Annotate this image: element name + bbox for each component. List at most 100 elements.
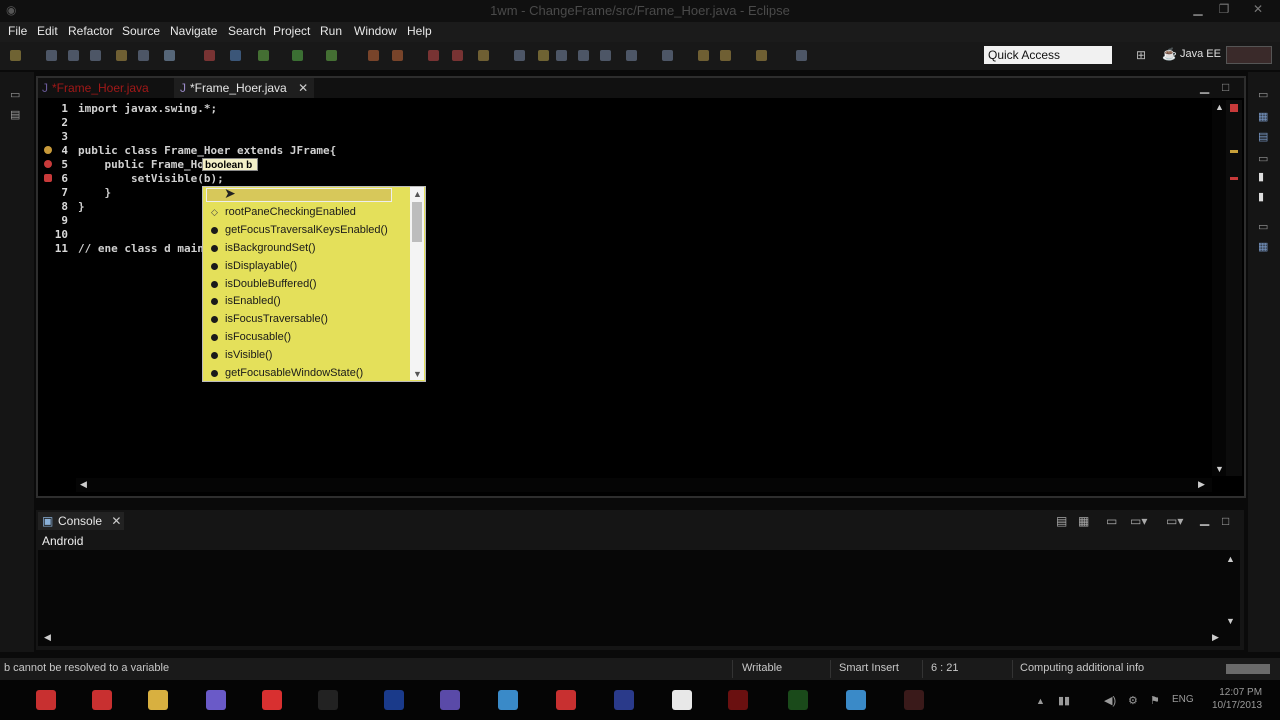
- format-icon[interactable]: [626, 50, 637, 61]
- maximize-view-icon[interactable]: □: [1222, 514, 1229, 528]
- search-file-icon[interactable]: [538, 50, 549, 61]
- eclipse-taskbar-icon[interactable]: [440, 690, 460, 710]
- taskbar-app-icon[interactable]: [384, 690, 404, 710]
- code-line[interactable]: setVisible(b);: [78, 172, 224, 185]
- code-line[interactable]: public class Frame_Hoer extends JFrame{: [78, 144, 336, 157]
- restore-icon[interactable]: ▭: [10, 88, 20, 101]
- scroll-lock-icon[interactable]: ▦: [1078, 514, 1089, 528]
- markers-icon[interactable]: ▮: [1258, 170, 1264, 183]
- scroll-up-icon[interactable]: ▲: [1215, 102, 1224, 112]
- warning-marker-icon[interactable]: [44, 146, 52, 154]
- outline-icon[interactable]: ▦: [1258, 110, 1268, 123]
- tab-frame-hoer-2[interactable]: J *Frame_Hoer.java ✕: [174, 78, 314, 98]
- menu-source[interactable]: Source: [122, 24, 160, 38]
- close-tab-icon[interactable]: ✕: [298, 81, 308, 95]
- pin-editor-icon[interactable]: [796, 50, 807, 61]
- proposal-item[interactable]: isBackgroundSet(): [211, 240, 316, 257]
- code-line[interactable]: public Frame_Ho: [78, 158, 203, 171]
- error-marker-icon[interactable]: [44, 160, 52, 168]
- perspective-java-ee[interactable]: Java EE: [1180, 48, 1221, 60]
- scroll-down-icon[interactable]: ▼: [1215, 464, 1224, 474]
- file-explorer-icon[interactable]: [148, 690, 168, 710]
- open-console-icon[interactable]: ▭▾: [1166, 514, 1183, 528]
- console-output[interactable]: ▲ ▼ ◀ ▶: [38, 550, 1240, 646]
- next-annotation-icon[interactable]: [662, 50, 673, 61]
- scroll-down-icon[interactable]: ▼: [1226, 616, 1235, 626]
- warning-overview-marker[interactable]: [1230, 150, 1238, 153]
- run-icon[interactable]: [292, 50, 303, 61]
- pin-console-icon[interactable]: ▭: [1106, 514, 1117, 528]
- editor-vertical-scrollbar[interactable]: ▲ ▼: [1212, 100, 1226, 476]
- forward-icon[interactable]: [756, 50, 767, 61]
- menu-refactor[interactable]: Refactor: [68, 24, 113, 38]
- taskbar-app-icon[interactable]: [92, 690, 112, 710]
- proposal-item[interactable]: isFocusTraversable(): [211, 311, 328, 328]
- scroll-left-icon[interactable]: ◀: [80, 479, 87, 490]
- print-icon[interactable]: [90, 50, 101, 61]
- perspective-java-button[interactable]: [1226, 46, 1272, 64]
- taskbar-app-icon[interactable]: [206, 690, 226, 710]
- maximize-button[interactable]: ❐: [1214, 2, 1234, 18]
- search-tool-icon[interactable]: [230, 50, 241, 61]
- taskbar-app-icon[interactable]: [498, 690, 518, 710]
- new-icon[interactable]: [10, 50, 21, 61]
- import-icon[interactable]: [116, 50, 127, 61]
- proposal-item[interactable]: isFocusable(): [211, 329, 291, 346]
- settings-tray-icon[interactable]: ⚙: [1128, 694, 1138, 707]
- new-java-project-icon[interactable]: [368, 50, 379, 61]
- open-perspective-icon[interactable]: ⊞: [1136, 48, 1146, 62]
- toggle-mark-icon[interactable]: [556, 50, 567, 61]
- language-indicator[interactable]: ENG: [1172, 694, 1194, 705]
- debug-icon[interactable]: [258, 50, 269, 61]
- scroll-up-icon[interactable]: ▲: [413, 189, 422, 199]
- clear-console-icon[interactable]: ▤: [1056, 514, 1067, 528]
- taskbar-app-icon[interactable]: [672, 690, 692, 710]
- proposal-item[interactable]: isDisplayable(): [211, 258, 297, 275]
- proposal-item[interactable]: getFocusTraversalKeysEnabled(): [211, 222, 388, 239]
- restore-icon[interactable]: ▭: [1258, 152, 1268, 165]
- show-whitespace-icon[interactable]: [600, 50, 611, 61]
- taskbar-app-icon[interactable]: [788, 690, 808, 710]
- proposal-item[interactable]: isDoubleBuffered(): [211, 276, 317, 293]
- back-dropdown-icon[interactable]: [720, 50, 731, 61]
- proposal-item[interactable]: getFocusableWindowState(): [211, 365, 363, 382]
- error-summary-icon[interactable]: [1230, 104, 1238, 112]
- display-console-icon[interactable]: ▭▾: [1130, 514, 1147, 528]
- taskbar-app-icon[interactable]: [318, 690, 338, 710]
- code-line[interactable]: import javax.swing.*;: [78, 102, 217, 115]
- taskbar-app-icon[interactable]: [262, 690, 282, 710]
- scroll-up-icon[interactable]: ▲: [1226, 554, 1235, 564]
- menu-navigate[interactable]: Navigate: [170, 24, 217, 38]
- back-icon[interactable]: [698, 50, 709, 61]
- menu-run[interactable]: Run: [320, 24, 342, 38]
- run-external-icon[interactable]: [326, 50, 337, 61]
- maximize-editor-icon[interactable]: □: [1222, 80, 1229, 94]
- minimize-editor-icon[interactable]: ▁: [1200, 80, 1209, 94]
- menu-file[interactable]: File: [8, 24, 27, 38]
- menu-project[interactable]: Project: [273, 24, 310, 38]
- taskbar-app-icon[interactable]: [614, 690, 634, 710]
- package-explorer-icon[interactable]: ▤: [10, 108, 20, 121]
- devices-icon[interactable]: ▦: [1258, 240, 1268, 253]
- volume-icon[interactable]: ◀): [1104, 694, 1116, 707]
- tab-console[interactable]: ▣ Console ✕: [38, 512, 124, 530]
- task-icon[interactable]: [164, 50, 175, 61]
- menu-edit[interactable]: Edit: [37, 24, 58, 38]
- progress-bar[interactable]: [1226, 664, 1270, 674]
- new-class-icon[interactable]: [428, 50, 439, 61]
- proposal-item[interactable]: isVisible(): [211, 347, 272, 364]
- error-overview-marker[interactable]: [1230, 177, 1238, 180]
- menu-help[interactable]: Help: [407, 24, 432, 38]
- save-icon[interactable]: [46, 50, 57, 61]
- servers-icon[interactable]: ▮: [1258, 190, 1264, 203]
- scroll-left-icon[interactable]: ◀: [44, 632, 51, 643]
- tray-arrow-icon[interactable]: ▲: [1036, 696, 1045, 706]
- network-icon[interactable]: ▮▮: [1058, 694, 1070, 707]
- server-icon[interactable]: [204, 50, 215, 61]
- minimize-button[interactable]: ▁: [1188, 2, 1208, 18]
- error-marker-icon[interactable]: [44, 174, 52, 182]
- toggle-icon[interactable]: [138, 50, 149, 61]
- scroll-down-icon[interactable]: ▼: [413, 369, 422, 379]
- minimize-view-icon[interactable]: ▁: [1200, 512, 1209, 526]
- open-task-icon[interactable]: [514, 50, 525, 61]
